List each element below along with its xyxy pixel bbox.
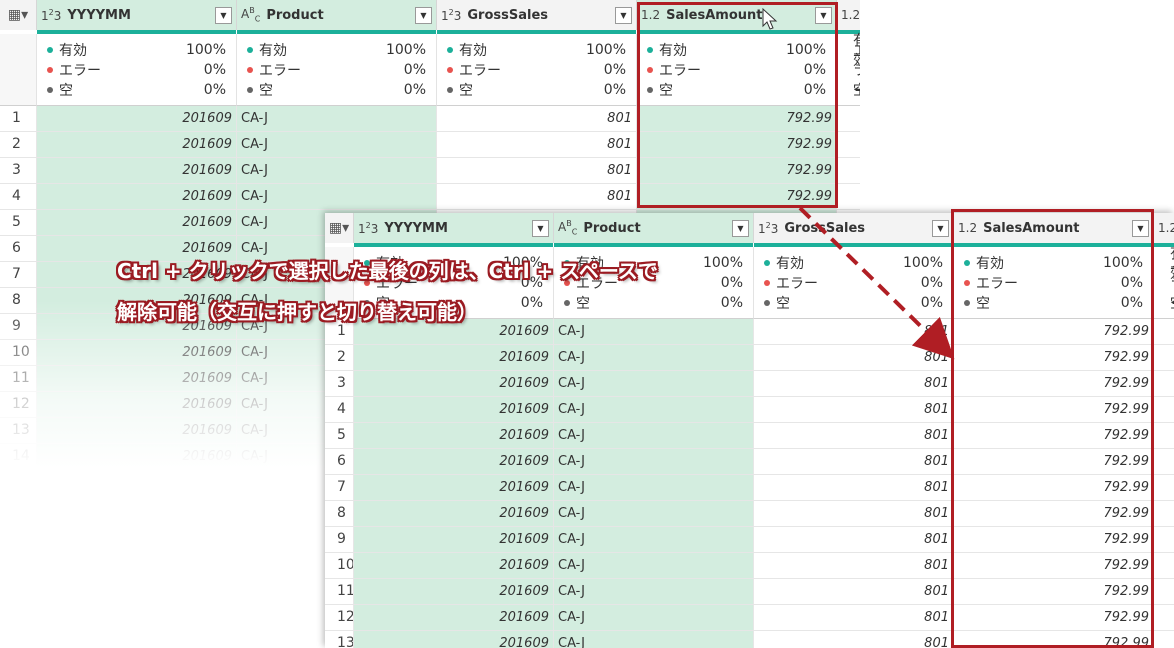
callout-line-2: 解除可能（交互に押すと切り替え可能） [117, 300, 477, 324]
dashed-arrow [798, 206, 955, 360]
mouse-pointer-icon [762, 7, 778, 30]
callout-line-1: Ctrl + クリックで選択した最後の列は、Ctrl + スペースで [117, 259, 658, 283]
